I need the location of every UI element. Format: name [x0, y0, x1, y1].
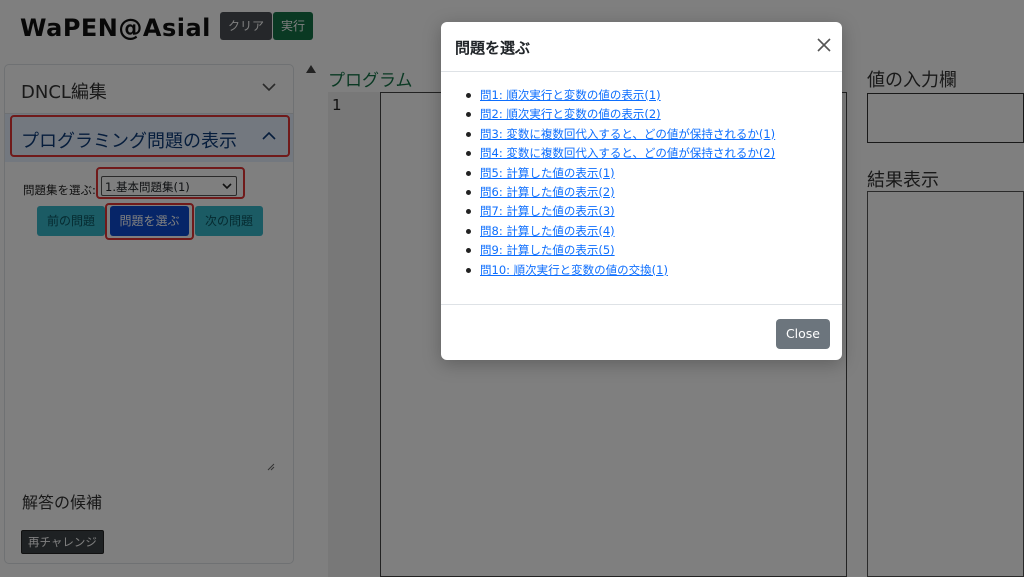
problem-link-8[interactable]: 問8: 計算した値の表示(4) — [480, 224, 615, 238]
bullet-icon — [466, 189, 471, 195]
problem-link-9[interactable]: 問9: 計算した値の表示(5) — [480, 243, 615, 257]
list-item: 問6: 計算した値の表示(2) — [441, 183, 842, 202]
bullet-icon — [466, 151, 471, 157]
bullet-icon — [466, 93, 471, 98]
problem-link-5[interactable]: 問5: 計算した値の表示(1) — [480, 166, 615, 180]
list-item: 問9: 計算した値の表示(5) — [441, 241, 842, 260]
bullet-icon — [466, 112, 471, 118]
choose-problem-modal: 問題を選ぶ 問1: 順次実行と変数の値の表示(1) 問2: 順次実行と変数の値の… — [441, 22, 842, 360]
problem-link-3[interactable]: 問3: 変数に複数回代入すると、どの値が保持されるか(1) — [480, 127, 775, 141]
bullet-icon — [466, 248, 471, 254]
list-item: 問10: 順次実行と変数の値の交換(1) — [441, 261, 842, 280]
modal-footer: Close — [441, 304, 842, 361]
list-item: 問3: 変数に複数回代入すると、どの値が保持されるか(1) — [441, 125, 842, 144]
problem-link-6[interactable]: 問6: 計算した値の表示(2) — [480, 185, 615, 199]
list-item: 問1: 順次実行と変数の値の表示(1) — [441, 86, 842, 105]
bullet-icon — [466, 131, 471, 137]
modal-header: 問題を選ぶ — [441, 22, 842, 72]
problem-link-10[interactable]: 問10: 順次実行と変数の値の交換(1) — [480, 263, 668, 277]
list-item: 問5: 計算した値の表示(1) — [441, 164, 842, 183]
problem-link-7[interactable]: 問7: 計算した値の表示(3) — [480, 204, 615, 218]
list-item: 問8: 計算した値の表示(4) — [441, 222, 842, 241]
close-icon[interactable] — [816, 37, 832, 53]
app-page: WaPEN@Asial クリア 実行 DNCL編集 プログラミング問題の表示 問… — [0, 0, 1024, 577]
problem-link-2[interactable]: 問2: 順次実行と変数の値の表示(2) — [480, 107, 661, 121]
problem-link-1[interactable]: 問1: 順次実行と変数の値の表示(1) — [480, 88, 661, 102]
problem-list: 問1: 順次実行と変数の値の表示(1) 問2: 順次実行と変数の値の表示(2) … — [441, 86, 842, 280]
list-item: 問7: 計算した値の表示(3) — [441, 202, 842, 221]
modal-title: 問題を選ぶ — [455, 39, 531, 57]
list-item: 問4: 変数に複数回代入すると、どの値が保持されるか(2) — [441, 144, 842, 163]
bullet-icon — [466, 228, 471, 234]
bullet-icon — [466, 209, 471, 215]
close-button[interactable]: Close — [775, 319, 830, 349]
list-item: 問2: 順次実行と変数の値の表示(2) — [441, 105, 842, 124]
bullet-icon — [466, 170, 471, 176]
bullet-icon — [466, 267, 471, 273]
problem-link-4[interactable]: 問4: 変数に複数回代入すると、どの値が保持されるか(2) — [480, 146, 775, 160]
